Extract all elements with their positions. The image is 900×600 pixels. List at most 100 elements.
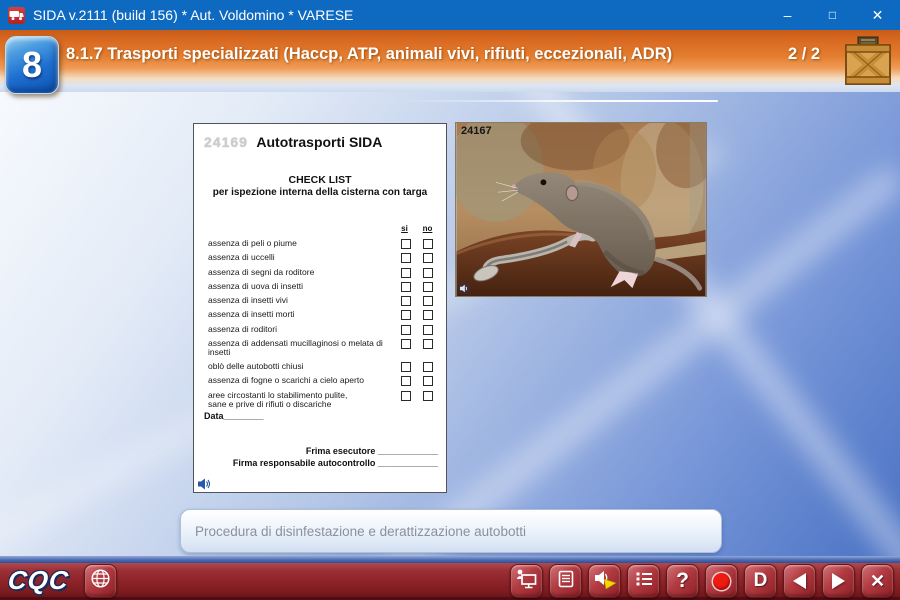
chapter-badge: 8	[5, 36, 59, 94]
content-area: 24169 Autotrasporti SIDA CHECK LIST per …	[0, 92, 900, 556]
toolbar-button-group: ? D ✕	[510, 564, 894, 598]
checklist-item-label: assenza di fogne o scarichi a cielo aper…	[204, 376, 401, 385]
arrow-right-icon	[832, 573, 845, 589]
document-code: 24169	[204, 134, 248, 150]
document-header: 24169 Autotrasporti SIDA	[204, 134, 382, 152]
checkbox-si[interactable]	[401, 282, 411, 292]
checklist-row: assenza di segni da roditore	[204, 268, 433, 278]
checklist-row: assenza di insetti vivi	[204, 296, 433, 306]
question-mark-icon: ?	[676, 569, 689, 593]
document-title: CHECK LIST	[194, 174, 446, 186]
checklist-row: assenza di uccelli	[204, 253, 433, 263]
document-subtitle: per ispezione interna della cisterna con…	[194, 187, 446, 198]
minimize-button[interactable]: –	[765, 0, 810, 30]
speaker-play-icon	[593, 568, 617, 595]
checkbox-no[interactable]	[423, 253, 433, 263]
checklist-item-label: assenza di roditori	[204, 325, 401, 334]
checklist-item-label: assenza di insetti morti	[204, 310, 401, 319]
audio-button[interactable]	[588, 564, 621, 598]
checklist-document: 24169 Autotrasporti SIDA CHECK LIST per …	[193, 123, 447, 493]
checklist-row: assenza di addensati mucillaginosi o mel…	[204, 339, 433, 358]
record-button[interactable]	[705, 564, 738, 598]
photo-speaker-icon[interactable]	[458, 283, 470, 294]
checklist-item-label: assenza di peli o piume	[204, 239, 401, 248]
maximize-button[interactable]: □	[810, 0, 855, 30]
close-window-button[interactable]: ✕	[855, 0, 900, 30]
checklist-item-label: assenza di insetti vivi	[204, 296, 401, 305]
toolbar-top-strip	[0, 556, 900, 563]
globe-icon	[90, 568, 111, 594]
globe-button[interactable]	[84, 564, 117, 598]
back-button[interactable]	[783, 564, 816, 598]
checklist-item-label: aree circostanti lo stabilimento pulite,…	[204, 391, 401, 410]
checkbox-no[interactable]	[423, 296, 433, 306]
speaker-icon[interactable]	[198, 477, 211, 489]
rat-photo: 24167	[455, 122, 707, 297]
screen-presentation-button[interactable]	[510, 564, 543, 598]
text-page-button[interactable]	[549, 564, 582, 598]
window-controls: – □ ✕	[765, 0, 900, 30]
window-title: SIDA v.2111 (build 156) * Aut. Voldomino…	[33, 7, 353, 23]
rat-photo-image	[456, 123, 706, 296]
screen-presentation-icon	[515, 568, 538, 594]
checklist-row: assenza di peli o piume	[204, 239, 433, 249]
titlebar: SIDA v.2111 (build 156) * Aut. Voldomino…	[0, 0, 900, 30]
checkbox-si[interactable]	[401, 325, 411, 335]
light-streak	[400, 100, 718, 102]
bottom-toolbar: CQC	[0, 563, 900, 600]
checkbox-no[interactable]	[423, 310, 433, 320]
checklist-row: oblò delle autobotti chiusi	[204, 362, 433, 372]
caption-text: Procedura di disinfestazione e derattizz…	[195, 524, 526, 539]
checkbox-si[interactable]	[401, 239, 411, 249]
list-icon	[634, 570, 654, 593]
help-button[interactable]: ?	[666, 564, 699, 598]
close-icon: ✕	[870, 571, 885, 592]
forward-button[interactable]	[822, 564, 855, 598]
checkbox-si[interactable]	[401, 296, 411, 306]
checkbox-no[interactable]	[423, 339, 433, 349]
lesson-header: 8 8.1.7 Trasporti specializzati (Haccp, …	[0, 30, 900, 92]
checkbox-si[interactable]	[401, 268, 411, 278]
checkbox-no[interactable]	[423, 268, 433, 278]
checkbox-no[interactable]	[423, 376, 433, 386]
date-field-label: Data________	[204, 411, 264, 421]
checkbox-no[interactable]	[423, 391, 433, 401]
letter-d-icon: D	[754, 570, 768, 592]
dictionary-button[interactable]: D	[744, 564, 777, 598]
index-list-button[interactable]	[627, 564, 660, 598]
checklist-row: assenza di insetti morti	[204, 310, 433, 320]
record-icon	[713, 573, 730, 590]
caption-box: Procedura di disinfestazione e derattizz…	[180, 509, 722, 553]
checkbox-si[interactable]	[401, 253, 411, 263]
exit-button[interactable]: ✕	[861, 564, 894, 598]
cqc-logo: CQC	[6, 565, 70, 596]
checkbox-no[interactable]	[423, 282, 433, 292]
page-indicator: 2 / 2	[788, 45, 820, 64]
text-page-icon	[556, 569, 576, 594]
checkbox-no[interactable]	[423, 362, 433, 372]
arrow-left-icon	[793, 573, 806, 589]
signature-executor-label: Frima esecutore ____________	[306, 446, 438, 456]
column-header-no: no	[422, 224, 433, 233]
checkbox-si[interactable]	[401, 391, 411, 401]
sida-truck-icon	[8, 7, 25, 24]
checkbox-si[interactable]	[401, 339, 411, 349]
column-header-si: si	[399, 224, 410, 233]
checkbox-si[interactable]	[401, 362, 411, 372]
document-title-block: CHECK LIST per ispezione interna della c…	[194, 174, 446, 198]
checklist-row: assenza di fogne o scarichi a cielo aper…	[204, 376, 433, 386]
checklist-row: assenza di uova di insetti	[204, 282, 433, 292]
checklist-rows: assenza di peli o piume assenza di uccel…	[204, 239, 433, 414]
checkbox-no[interactable]	[423, 239, 433, 249]
checkbox-no[interactable]	[423, 325, 433, 335]
signature-responsible-label: Firma responsabile autocontrollo _______…	[233, 458, 438, 468]
checkbox-si[interactable]	[401, 376, 411, 386]
chapter-number: 8	[22, 44, 42, 86]
lesson-title: 8.1.7 Trasporti specializzati (Haccp, AT…	[66, 45, 672, 64]
photo-code: 24167	[461, 125, 492, 137]
document-org: Autotrasporti SIDA	[256, 134, 382, 150]
crate-icon[interactable]	[844, 36, 892, 86]
checkbox-si[interactable]	[401, 310, 411, 320]
checklist-item-label: assenza di uova di insetti	[204, 282, 401, 291]
checklist-row: assenza di roditori	[204, 325, 433, 335]
